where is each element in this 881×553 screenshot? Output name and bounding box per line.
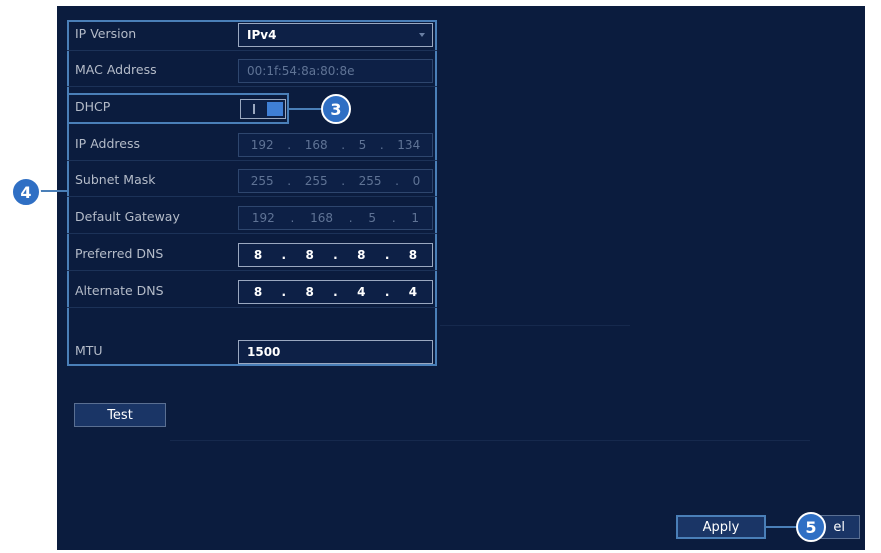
callout-5-badge: 5 <box>796 512 826 542</box>
default-gateway-field: 192. 168. 5. 1 <box>238 206 433 230</box>
mtu-field[interactable]: 1500 <box>238 340 433 364</box>
mac-address-label: MAC Address <box>75 62 157 77</box>
ip-version-select[interactable]: IPv4 <box>238 23 433 47</box>
toggle-on-mark <box>253 104 255 114</box>
ip-address-field: 192. 168. 5. 134 <box>238 133 433 157</box>
row-preferred-dns: Preferred DNS 8. 8. 8. 8 <box>67 240 437 271</box>
ip-version-label: IP Version <box>75 26 137 41</box>
subnet-mask-label: Subnet Mask <box>75 172 156 187</box>
mac-address-field: 00:1f:54:8a:80:8e <box>238 59 433 83</box>
row-ip-address: IP Address 192. 168. 5. 134 <box>67 130 437 161</box>
toggle-knob <box>267 102 283 116</box>
row-default-gateway: Default Gateway 192. 168. 5. 1 <box>67 203 437 234</box>
preferred-dns-label: Preferred DNS <box>75 246 164 261</box>
preferred-dns-field[interactable]: 8. 8. 8. 8 <box>238 243 433 267</box>
row-ip-version: IP Version IPv4 <box>67 20 437 51</box>
divider <box>170 440 810 441</box>
row-mtu: MTU 1500 <box>67 337 437 368</box>
subnet-mask-field: 255. 255. 255. 0 <box>238 169 433 193</box>
apply-button[interactable]: Apply <box>676 515 766 539</box>
default-gateway-label: Default Gateway <box>75 209 180 224</box>
alternate-dns-label: Alternate DNS <box>75 283 164 298</box>
test-button[interactable]: Test <box>74 403 166 427</box>
chevron-down-icon <box>419 33 425 37</box>
alternate-dns-field[interactable]: 8. 8. 4. 4 <box>238 280 433 304</box>
mtu-label: MTU <box>75 343 103 358</box>
callout-3-badge: 3 <box>321 94 351 124</box>
callout-4-line <box>37 190 67 192</box>
row-mac-address: MAC Address 00:1f:54:8a:80:8e <box>67 56 437 87</box>
callout-5-line <box>766 526 796 528</box>
callout-3-line <box>289 108 321 110</box>
row-alternate-dns: Alternate DNS 8. 8. 4. 4 <box>67 277 437 308</box>
ip-address-label: IP Address <box>75 136 140 151</box>
callout-4-badge: 4 <box>11 177 41 207</box>
dhcp-toggle[interactable] <box>240 99 286 119</box>
row-subnet-mask: Subnet Mask 255. 255. 255. 0 <box>67 166 437 197</box>
divider <box>440 325 630 326</box>
